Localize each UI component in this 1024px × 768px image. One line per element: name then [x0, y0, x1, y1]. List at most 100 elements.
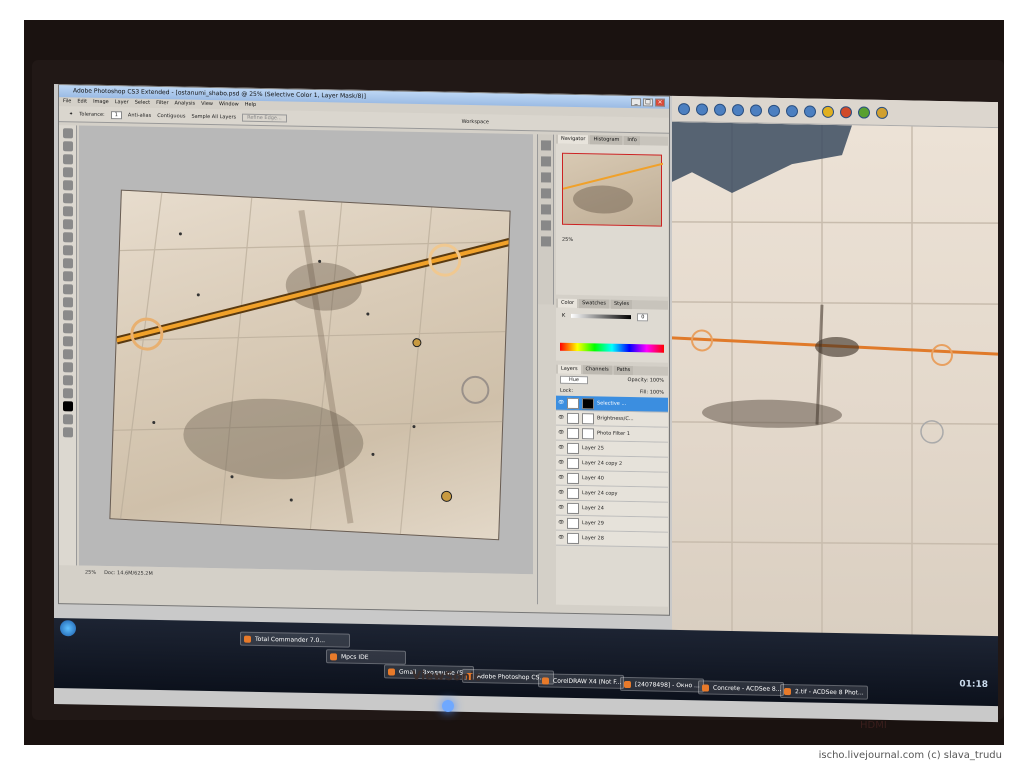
quick-mask-icon[interactable]: [63, 414, 73, 425]
taskbar-item-mpcs-ide[interactable]: Mpcs IDE: [326, 649, 406, 665]
taskbar-item-total-commander[interactable]: Total Commander 7.0...: [240, 631, 350, 648]
character-icon[interactable]: [541, 204, 551, 215]
zoom-tool-icon[interactable]: [63, 388, 73, 399]
channel-slider[interactable]: [571, 313, 632, 320]
actual-size-icon[interactable]: [714, 103, 726, 116]
menu-file[interactable]: File: [63, 97, 71, 106]
tab-info[interactable]: Info: [624, 135, 640, 146]
concrete-texture-document[interactable]: [109, 189, 511, 541]
hand-tool-icon[interactable]: [63, 375, 73, 386]
magic-wand-icon[interactable]: ✦: [69, 111, 73, 117]
navigator-thumbnail[interactable]: [562, 152, 664, 227]
eye-icon[interactable]: 👁: [558, 414, 564, 420]
marquee-tool-icon[interactable]: [63, 141, 73, 152]
eyedropper-icon[interactable]: [63, 362, 73, 373]
tab-styles[interactable]: Styles: [610, 299, 633, 310]
eye-icon[interactable]: 👁: [558, 444, 564, 450]
acdsee-image-view[interactable]: [672, 121, 998, 663]
workspace-button[interactable]: Workspace: [462, 118, 489, 125]
stamp-tool-icon[interactable]: [63, 232, 73, 243]
path-select-icon[interactable]: [63, 323, 73, 334]
refine-edge-button[interactable]: Refine Edge...: [242, 113, 287, 122]
menu-view[interactable]: View: [201, 100, 213, 109]
gradient-tool-icon[interactable]: [63, 271, 73, 282]
eye-icon[interactable]: 👁: [558, 504, 564, 510]
taskbar-item-window[interactable]: [24078498] - Окно ...: [620, 676, 704, 693]
clone-source-icon[interactable]: [541, 236, 551, 247]
color-icon[interactable]: [840, 105, 852, 118]
maximize-button[interactable]: □: [643, 98, 653, 107]
power-led[interactable]: [442, 700, 454, 712]
blend-mode-select[interactable]: Hue: [560, 375, 589, 385]
tab-paths[interactable]: Paths: [613, 365, 634, 376]
lasso-tool-icon[interactable]: [63, 154, 73, 165]
eye-icon[interactable]: 👁: [558, 399, 564, 405]
move-tool-icon[interactable]: [63, 128, 73, 139]
crop-tool-icon[interactable]: [63, 180, 73, 191]
next-icon[interactable]: [876, 106, 888, 119]
taskbar-item-acdsee-concrete[interactable]: Concrete - ACDSee 8...: [698, 680, 784, 697]
tab-color[interactable]: Color: [558, 298, 578, 309]
zoom-in-icon[interactable]: [678, 102, 690, 115]
eraser-tool-icon[interactable]: [63, 258, 73, 269]
actions-icon[interactable]: [541, 156, 551, 167]
brushes-icon[interactable]: [541, 188, 551, 199]
tab-layers[interactable]: Layers: [558, 364, 581, 375]
eye-icon[interactable]: 👁: [558, 534, 564, 540]
menu-analysis[interactable]: Analysis: [175, 99, 196, 108]
menu-image[interactable]: Image: [93, 98, 109, 107]
edit-icon[interactable]: [822, 105, 834, 118]
layer-row[interactable]: 👁 Layer 28: [556, 530, 668, 548]
eye-icon[interactable]: 👁: [558, 429, 564, 435]
zoom-out-icon[interactable]: [750, 103, 762, 117]
tab-navigator[interactable]: Navigator: [558, 134, 589, 145]
color-spectrum-bar[interactable]: [560, 342, 664, 353]
paragraph-icon[interactable]: [541, 220, 551, 231]
menu-layer[interactable]: Layer: [115, 98, 129, 107]
navigator-zoom-value[interactable]: 25%: [562, 237, 573, 243]
document-canvas-area[interactable]: [79, 125, 533, 575]
minimize-button[interactable]: _: [631, 98, 641, 107]
healing-tool-icon[interactable]: [63, 206, 73, 217]
magic-wand-tool-icon[interactable]: [63, 167, 73, 178]
sample-all-layers-checkbox[interactable]: Sample All Layers: [191, 113, 236, 120]
tab-swatches[interactable]: Swatches: [579, 299, 609, 309]
anti-alias-checkbox[interactable]: Anti-alias: [128, 112, 151, 118]
brush-tool-icon[interactable]: [63, 219, 73, 230]
color-swatches-icon[interactable]: [63, 401, 73, 412]
type-tool-icon[interactable]: [63, 310, 73, 321]
history-icon[interactable]: [541, 140, 551, 151]
notes-tool-icon[interactable]: [63, 349, 73, 360]
eye-icon[interactable]: 👁: [558, 459, 564, 465]
eye-icon[interactable]: 👁: [558, 474, 564, 480]
fill-input[interactable]: 100%: [650, 389, 664, 395]
menu-window[interactable]: Window: [219, 100, 239, 109]
eye-icon[interactable]: 👁: [558, 489, 564, 495]
slice-tool-icon[interactable]: [63, 193, 73, 204]
screen-mode-icon[interactable]: [63, 427, 73, 438]
zoom-tool-icon[interactable]: [732, 103, 744, 116]
menu-help[interactable]: Help: [245, 101, 256, 110]
dodge-tool-icon[interactable]: [63, 284, 73, 295]
tool-presets-icon[interactable]: [541, 172, 551, 183]
tolerance-input[interactable]: 1: [110, 110, 122, 119]
channel-value[interactable]: 0: [637, 313, 649, 322]
taskbar-item-coreldraw[interactable]: CorelDRAW X4 (Not F...: [538, 673, 624, 689]
settings-icon[interactable]: [804, 104, 816, 118]
shape-tool-icon[interactable]: [63, 336, 73, 347]
pen-tool-icon[interactable]: [63, 297, 73, 308]
contiguous-checkbox[interactable]: Contiguous: [157, 112, 185, 119]
taskbar-item-acdsee-photo[interactable]: 2.tif - ACDSee 8 Phot...: [780, 683, 868, 700]
history-brush-icon[interactable]: [63, 245, 73, 256]
opacity-input[interactable]: 100%: [650, 377, 664, 383]
start-button[interactable]: [60, 620, 76, 637]
tab-channels[interactable]: Channels: [582, 365, 612, 375]
menu-edit[interactable]: Edit: [77, 97, 87, 106]
rotate-icon[interactable]: [768, 104, 780, 117]
system-clock[interactable]: 01:18: [959, 679, 988, 690]
menu-filter[interactable]: Filter: [156, 99, 168, 108]
folder-icon[interactable]: [858, 105, 870, 119]
menu-select[interactable]: Select: [135, 99, 150, 108]
fit-icon[interactable]: [696, 102, 708, 116]
tab-histogram[interactable]: Histogram: [590, 135, 623, 145]
